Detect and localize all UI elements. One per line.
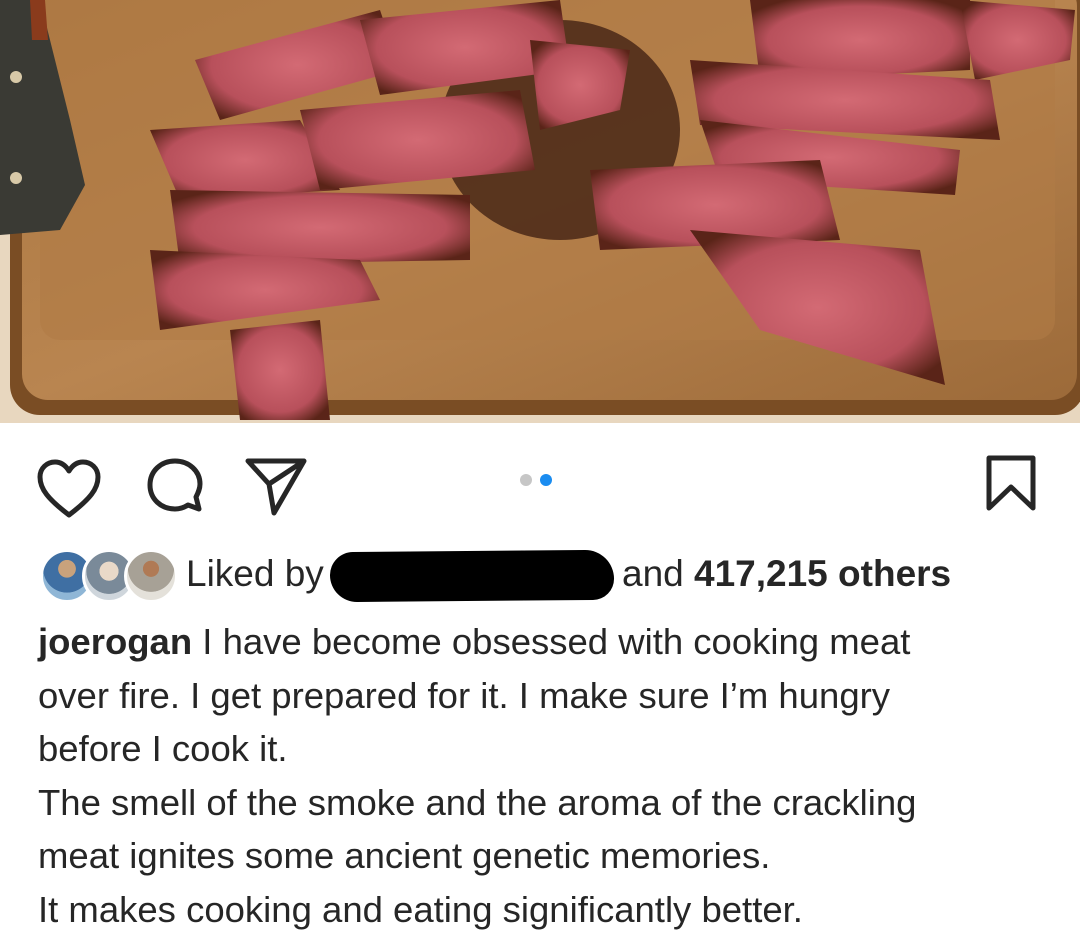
- caption-line: It makes cooking and eating significantl…: [38, 888, 803, 930]
- likes-connector: and: [622, 553, 684, 594]
- heart-icon[interactable]: [36, 459, 102, 519]
- likes-count-text: 417,215 others: [694, 553, 952, 594]
- steak-photo-illustration: [0, 0, 1080, 423]
- caption-line: meat ignites some ancient genetic memori…: [38, 835, 771, 877]
- paper-plane-icon[interactable]: [244, 457, 308, 517]
- liked-by-row[interactable]: Liked by and 417,215 others: [40, 545, 1040, 605]
- likes-count[interactable]: and 417,215 others: [622, 553, 951, 595]
- post-action-bar: [0, 423, 1080, 541]
- comment-bubble-icon[interactable]: [143, 457, 207, 521]
- caption-line: The smell of the smoke and the aroma of …: [38, 781, 917, 823]
- carousel-dot-active: [540, 474, 552, 486]
- caption-line: over fire. I get prepared for it. I make…: [38, 674, 891, 716]
- redacted-username: [329, 549, 615, 603]
- avatar: [124, 549, 178, 603]
- caption-line: before I cook it.: [38, 728, 288, 770]
- bookmark-icon[interactable]: [985, 455, 1037, 511]
- liker-avatars: [40, 549, 178, 605]
- carousel-dot: [520, 474, 532, 486]
- caption-line: joerogan I have become obsessed with coo…: [38, 615, 1048, 669]
- post-caption: joerogan I have become obsessed with coo…: [38, 615, 1048, 937]
- carousel-indicator: [520, 474, 552, 486]
- caption-text: I have become obsessed with cooking meat: [192, 621, 911, 662]
- liked-by-label: Liked by: [186, 553, 324, 594]
- caption-username[interactable]: joerogan: [38, 621, 192, 662]
- post-photo[interactable]: [0, 0, 1080, 423]
